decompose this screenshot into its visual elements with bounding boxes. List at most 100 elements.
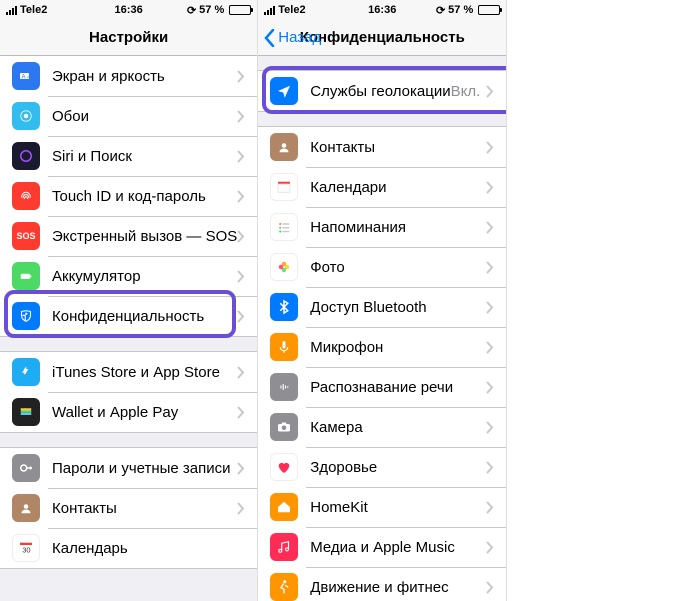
- carrier-label: Tele2: [20, 4, 47, 16]
- row-reminders[interactable]: Напоминания: [258, 207, 506, 247]
- row-battery[interactable]: Аккумулятор: [0, 256, 257, 296]
- appstore-icon: [12, 358, 40, 386]
- row-label: Микрофон: [310, 339, 486, 356]
- nav-back-button[interactable]: Назад: [264, 29, 321, 47]
- privacy-list[interactable]: Службы геолокации Вкл. Контакты Календар…: [258, 56, 506, 601]
- chevron-right-icon: [486, 381, 494, 394]
- reminders-icon: [270, 213, 298, 241]
- row-wallet[interactable]: Wallet и Apple Pay: [0, 392, 257, 432]
- row-label: Фото: [310, 259, 486, 276]
- chevron-right-icon: [237, 270, 245, 283]
- row-sos[interactable]: SOS Экстренный вызов — SOS: [0, 216, 257, 256]
- chevron-right-icon: [486, 341, 494, 354]
- row-bluetooth[interactable]: Доступ Bluetooth: [258, 287, 506, 327]
- row-label: Экстренный вызов — SOS: [52, 228, 237, 245]
- signal-icon: [6, 6, 17, 15]
- row-label: Календари: [310, 179, 486, 196]
- nav-back-label: Назад: [278, 29, 321, 46]
- camera-icon: [270, 413, 298, 441]
- row-photos[interactable]: Фото: [258, 247, 506, 287]
- row-itunes[interactable]: iTunes Store и App Store: [0, 352, 257, 392]
- chevron-right-icon: [237, 70, 245, 83]
- signal-icon: [264, 6, 275, 15]
- row-camera[interactable]: Камера: [258, 407, 506, 447]
- row-wallpaper[interactable]: Обои: [0, 96, 257, 136]
- row-label: Камера: [310, 419, 486, 436]
- row-label: Контакты: [310, 139, 486, 156]
- homekit-icon: [270, 493, 298, 521]
- chevron-right-icon: [486, 261, 494, 274]
- row-label: Siri и Поиск: [52, 148, 237, 165]
- svg-text:30: 30: [22, 546, 30, 555]
- row-label: iTunes Store и App Store: [52, 364, 237, 381]
- row-label: Календарь: [52, 540, 245, 557]
- chevron-right-icon: [237, 190, 245, 203]
- display-icon: AA: [12, 62, 40, 90]
- chevron-right-icon: [486, 141, 494, 154]
- chevron-right-icon: [486, 85, 494, 98]
- wallet-icon: [12, 398, 40, 426]
- row-contacts[interactable]: Контакты: [258, 127, 506, 167]
- row-label: Здоровье: [310, 459, 486, 476]
- privacy-icon: [12, 302, 40, 330]
- row-label: Контакты: [52, 500, 237, 517]
- row-motion[interactable]: Движение и фитнес: [258, 567, 506, 601]
- status-bar: Tele2 16:36 ⟳ 57 %: [0, 0, 257, 20]
- chevron-right-icon: [237, 502, 245, 515]
- calendar-icon: [270, 173, 298, 201]
- motion-icon: [270, 573, 298, 601]
- row-label: Touch ID и код-пароль: [52, 188, 237, 205]
- settings-list[interactable]: AA Экран и яркость Обои Siri и Поиск: [0, 56, 257, 601]
- row-media[interactable]: Медиа и Apple Music: [258, 527, 506, 567]
- music-icon: [270, 533, 298, 561]
- nav-bar: Настройки: [0, 20, 257, 56]
- status-time: 16:36: [368, 4, 396, 16]
- chevron-right-icon: [237, 366, 245, 379]
- sos-icon: SOS: [12, 222, 40, 250]
- row-passwords[interactable]: Пароли и учетные записи: [0, 448, 257, 488]
- chevron-right-icon: [237, 310, 245, 323]
- page-title: Конфиденциальность: [300, 29, 465, 46]
- row-touchid[interactable]: Touch ID и код-пароль: [0, 176, 257, 216]
- contacts-icon: [270, 133, 298, 161]
- right-screen: Tele2 16:36 ⟳ 57 % Назад Конфиденциально…: [258, 0, 507, 601]
- calendar-icon: 30: [12, 534, 40, 562]
- chevron-right-icon: [237, 110, 245, 123]
- speech-icon: [270, 373, 298, 401]
- svg-text:A: A: [27, 74, 30, 79]
- row-privacy[interactable]: Конфиденциальность: [0, 296, 257, 336]
- chevron-right-icon: [486, 501, 494, 514]
- row-label: HomeKit: [310, 499, 486, 516]
- battery-icon: [478, 5, 500, 15]
- row-location[interactable]: Службы геолокации Вкл.: [258, 71, 506, 111]
- row-label: Доступ Bluetooth: [310, 299, 486, 316]
- row-health[interactable]: Здоровье: [258, 447, 506, 487]
- row-microphone[interactable]: Микрофон: [258, 327, 506, 367]
- row-display[interactable]: AA Экран и яркость: [0, 56, 257, 96]
- chevron-right-icon: [486, 221, 494, 234]
- row-calendars[interactable]: Календари: [258, 167, 506, 207]
- row-label: Аккумулятор: [52, 268, 237, 285]
- bluetooth-icon: [270, 293, 298, 321]
- chevron-right-icon: [237, 406, 245, 419]
- row-contacts-left[interactable]: Контакты: [0, 488, 257, 528]
- touchid-icon: [12, 182, 40, 210]
- row-speech[interactable]: Распознавание речи: [258, 367, 506, 407]
- row-label: Wallet и Apple Pay: [52, 404, 237, 421]
- row-label: Распознавание речи: [310, 379, 486, 396]
- key-icon: [12, 454, 40, 482]
- row-homekit[interactable]: HomeKit: [258, 487, 506, 527]
- chevron-right-icon: [486, 541, 494, 554]
- battery-pct: 57 %: [448, 4, 473, 16]
- row-value: Вкл.: [451, 83, 481, 100]
- chevron-right-icon: [237, 462, 245, 475]
- chevron-right-icon: [486, 581, 494, 594]
- row-label: Конфиденциальность: [52, 308, 237, 325]
- chevron-right-icon: [237, 150, 245, 163]
- nav-bar: Назад Конфиденциальность: [258, 20, 506, 56]
- svg-text:A: A: [22, 74, 26, 80]
- row-siri[interactable]: Siri и Поиск: [0, 136, 257, 176]
- row-label: Пароли и учетные записи: [52, 460, 237, 477]
- status-bar: Tele2 16:36 ⟳ 57 %: [258, 0, 506, 20]
- row-calendar-left[interactable]: 30 Календарь: [0, 528, 257, 568]
